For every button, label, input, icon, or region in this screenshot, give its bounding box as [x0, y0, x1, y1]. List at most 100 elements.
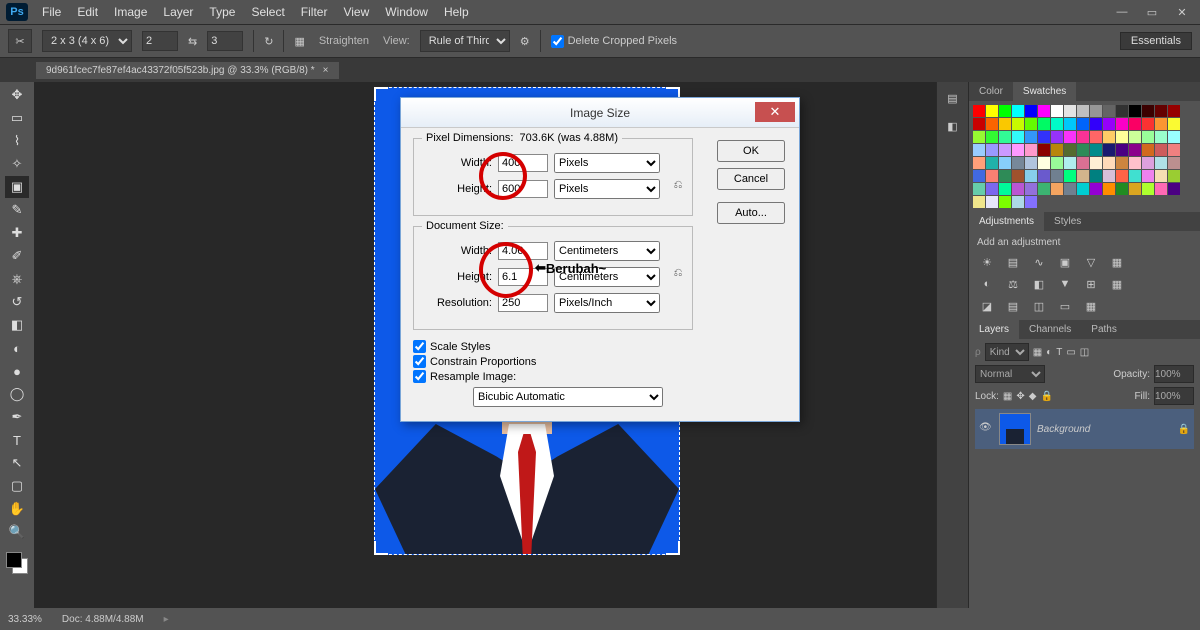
adjustments-tab[interactable]: Adjustments	[969, 212, 1044, 231]
swatch[interactable]	[1025, 170, 1037, 182]
swatch[interactable]	[1142, 118, 1154, 130]
crop-icon[interactable]: ✂	[8, 29, 32, 53]
scale-styles-checkbox[interactable]: Scale Styles	[413, 340, 787, 353]
menu-window[interactable]: Window	[377, 1, 436, 23]
swatch[interactable]	[1051, 131, 1063, 143]
healing-tool[interactable]: ✚	[5, 222, 29, 244]
lock-all-icon[interactable]: ▦	[1003, 391, 1012, 402]
tab-close-icon[interactable]: ×	[323, 65, 329, 76]
selective-icon[interactable]: ▦	[1081, 298, 1101, 314]
swatches-tab[interactable]: Swatches	[1013, 82, 1076, 101]
swatch[interactable]	[1142, 105, 1154, 117]
minimize-button[interactable]: —	[1108, 4, 1136, 20]
swatch[interactable]	[1155, 157, 1167, 169]
swatch[interactable]	[1077, 157, 1089, 169]
menu-type[interactable]: Type	[201, 1, 243, 23]
swatch[interactable]	[1012, 118, 1024, 130]
swatch[interactable]	[1012, 144, 1024, 156]
levels-icon[interactable]: ▤	[1003, 254, 1023, 270]
reset-icon[interactable]: ↻	[264, 35, 273, 48]
straighten-icon[interactable]: ▦	[294, 35, 304, 48]
swatch[interactable]	[1168, 157, 1180, 169]
hue-icon[interactable]: ◐	[977, 276, 997, 292]
swatch[interactable]	[1012, 183, 1024, 195]
swatch[interactable]	[1103, 157, 1115, 169]
swatch[interactable]	[1103, 131, 1115, 143]
swatch[interactable]	[1051, 157, 1063, 169]
blend-mode-select[interactable]: Normal	[975, 365, 1045, 383]
filter-icon[interactable]: ▼	[1055, 276, 1075, 292]
stamp-tool[interactable]: ⎈	[5, 268, 29, 290]
swatch[interactable]	[1090, 105, 1102, 117]
swatch[interactable]	[1051, 118, 1063, 130]
swatch[interactable]	[973, 131, 985, 143]
pixel-width-input[interactable]	[498, 154, 548, 172]
swatch[interactable]	[1155, 118, 1167, 130]
swatch[interactable]	[973, 196, 985, 208]
swatch[interactable]	[1064, 144, 1076, 156]
swatch[interactable]	[1025, 157, 1037, 169]
color-picker[interactable]	[6, 552, 28, 574]
lock-pixel-icon[interactable]: ◆	[1029, 391, 1037, 402]
vibrance-icon[interactable]: ▽	[1081, 254, 1101, 270]
swatch[interactable]	[1129, 118, 1141, 130]
swatch[interactable]	[1129, 144, 1141, 156]
swatch[interactable]	[1129, 157, 1141, 169]
swatch[interactable]	[999, 170, 1011, 182]
swatch[interactable]	[986, 170, 998, 182]
filter-kind-select[interactable]: Kind	[985, 343, 1029, 361]
path-tool[interactable]: ↖	[5, 452, 29, 474]
swatch[interactable]	[1038, 183, 1050, 195]
gear-icon[interactable]: ⚙	[520, 35, 530, 48]
swatch[interactable]	[999, 144, 1011, 156]
swatch[interactable]	[1051, 144, 1063, 156]
straighten-label[interactable]: Straighten	[319, 35, 369, 47]
layer-item-background[interactable]: 👁 Background 🔒	[975, 409, 1194, 449]
mixer-icon[interactable]: ⊞	[1081, 276, 1101, 292]
swatch[interactable]	[1129, 105, 1141, 117]
swatch[interactable]	[1064, 170, 1076, 182]
swatch[interactable]	[1103, 170, 1115, 182]
visibility-icon[interactable]: 👁	[979, 422, 993, 436]
swatch[interactable]	[1155, 131, 1167, 143]
swatch[interactable]	[1129, 183, 1141, 195]
swatch[interactable]	[999, 183, 1011, 195]
swatch[interactable]	[973, 118, 985, 130]
swatch[interactable]	[1142, 157, 1154, 169]
swatch[interactable]	[973, 105, 985, 117]
swatch[interactable]	[1090, 118, 1102, 130]
swatch[interactable]	[1168, 131, 1180, 143]
swatch[interactable]	[1116, 144, 1128, 156]
swatch[interactable]	[973, 170, 985, 182]
swatch[interactable]	[1077, 131, 1089, 143]
swatch[interactable]	[1012, 196, 1024, 208]
swatch[interactable]	[1116, 131, 1128, 143]
eraser-tool[interactable]: ◧	[5, 314, 29, 336]
swatch[interactable]	[1012, 105, 1024, 117]
swatch[interactable]	[1025, 183, 1037, 195]
history-brush-tool[interactable]: ↺	[5, 291, 29, 313]
swatch[interactable]	[1168, 105, 1180, 117]
swatch[interactable]	[1142, 144, 1154, 156]
swatch[interactable]	[999, 105, 1011, 117]
swatch[interactable]	[1064, 118, 1076, 130]
menu-filter[interactable]: Filter	[293, 1, 336, 23]
swatch[interactable]	[1038, 170, 1050, 182]
menu-layer[interactable]: Layer	[155, 1, 201, 23]
swatch[interactable]	[1025, 118, 1037, 130]
close-button[interactable]: ✕	[1168, 4, 1196, 20]
balance-icon[interactable]: ⚖	[1003, 276, 1023, 292]
channels-tab[interactable]: Channels	[1019, 320, 1081, 339]
swatch[interactable]	[1064, 157, 1076, 169]
dialog-close-button[interactable]: ✕	[755, 102, 795, 122]
swap-icon[interactable]: ⇆	[188, 35, 197, 48]
dialog-titlebar[interactable]: Image Size ✕	[401, 98, 799, 128]
zoom-level[interactable]: 33.33%	[8, 614, 42, 625]
menu-view[interactable]: View	[335, 1, 377, 23]
crop-width-input[interactable]	[142, 31, 178, 51]
type-tool[interactable]: T	[5, 429, 29, 451]
opacity-input[interactable]	[1154, 365, 1194, 383]
swatch[interactable]	[1129, 131, 1141, 143]
swatch[interactable]	[1116, 157, 1128, 169]
swatch[interactable]	[1025, 196, 1037, 208]
